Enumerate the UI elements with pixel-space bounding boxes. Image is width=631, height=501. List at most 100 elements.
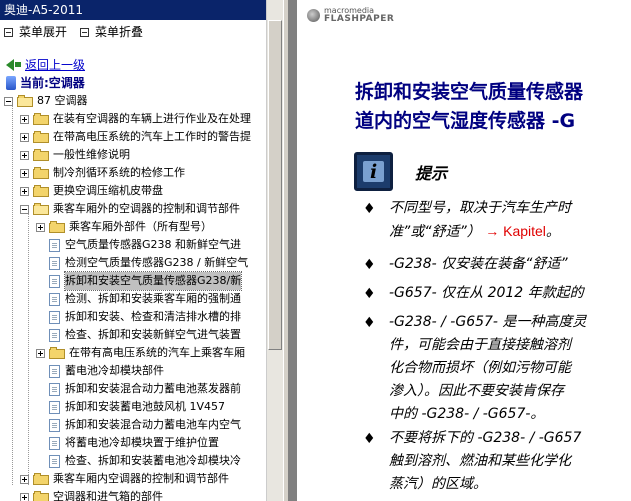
tip-title: 提示 [415,164,448,183]
document-icon [49,310,60,324]
bullet-line: -G238- / -G657- 是一种高度灵 [389,314,587,330]
heading-line-1: 拆卸和安装空气质量传感器 [355,81,584,103]
bullet-text: -G238- / -G657- 是一种高度灵 件，可能会由于直接接触溶剂 化合物而损… [389,311,586,426]
document-icon [49,418,60,432]
expand-menu-label: 菜单展开 [19,25,68,39]
bullet-line: 件，可能会由于直接接触溶剂 [389,337,571,353]
document-icon [49,436,60,450]
tree-item[interactable]: 在带高电压系统的汽车上工作时的警告提 [20,128,251,146]
bullet-line: -G238- 仅安装在装备“舒适” [389,256,568,272]
collapse-menu-button[interactable]: 菜单折叠 [80,21,143,43]
tree-item-label: 乘客车厢外部件（所有型号） [69,220,212,233]
document-icon [49,292,60,306]
document-icon [49,328,60,342]
tree-item[interactable]: 蓄电池冷却模块部件 [36,362,164,380]
tree-item-label: 乘客车厢内空调器的控制和调节部件 [53,472,229,485]
tree-item[interactable]: 在带有高电压系统的汽车上乘客车厢 [36,344,245,362]
tree-item[interactable]: 拆卸和安装混合动力蓄电池车内空气 [36,416,241,434]
document-icon [49,256,60,270]
tree-item[interactable]: 制冷剂循环系统的检修工作 [20,164,185,182]
bullet-icon: ♦ [363,315,376,331]
tree-item[interactable]: 更换空调压缩机皮带盘 [20,182,163,200]
collapse-node-icon[interactable] [4,96,13,106]
expand-node-icon[interactable] [20,150,29,160]
tree-item[interactable]: 空气质量传感器G238 和新鲜空气进 [36,236,241,254]
tree-item[interactable]: 一般性维修说明 [20,146,130,164]
folder-icon [33,167,49,179]
chapter-link[interactable]: → Kapitel [485,223,546,239]
tree-item-label: 拆卸和安装、检查和清洁排水槽的排 [65,310,241,323]
tree-item-label: 检查、拆卸和安装蓄电池冷却模块冷 [65,454,241,467]
expand-node-icon[interactable] [20,114,29,124]
tree-item[interactable]: 拆卸和安装空气质量传感器G238/新 [36,271,243,291]
tree-item-label: 检测、拆卸和安装乘客车厢的强制通 [65,292,241,305]
tree-item-label: 一般性维修说明 [53,148,130,161]
expand-node-icon[interactable] [20,186,29,196]
expand-node-icon[interactable] [20,492,29,501]
back-link[interactable]: 返回上一级 [6,56,85,73]
tree-item-label: 蓄电池冷却模块部件 [65,364,164,377]
expand-node-icon[interactable] [20,132,29,142]
tree-item-label: 更换空调压缩机皮带盘 [53,184,163,197]
bullet-line: 准”或“舒适”） [389,224,486,240]
macromedia-logo-icon [307,8,320,22]
bullet-text: -G238- 仅安装在装备“舒适” [389,253,568,276]
tree-item[interactable]: 检查、拆卸和安装蓄电池冷却模块冷 [36,452,241,470]
location-icon [6,75,16,90]
tree-item[interactable]: 检测空气质量传感器G238 / 新鲜空气 [36,254,248,272]
tree-item[interactable]: 乘客车厢外部件（所有型号） [36,218,212,236]
expand-node-icon[interactable] [20,474,29,484]
link-tail: 。 [545,224,560,240]
expand-node-icon[interactable] [36,222,45,232]
brand-bottom: FLASHPAPER [324,14,395,24]
tree-item-label: 空气质量传感器G238 和新鲜空气进 [65,238,242,251]
current-location: 当前:空调器 [6,74,85,91]
expand-icon [4,27,13,37]
tree-item[interactable]: 拆卸和安装蓄电池鼓风机 1V457 [36,398,225,416]
tree-item-label: 87 空调器 [37,94,88,107]
tree-item[interactable]: 乘客车厢内空调器的控制和调节部件 [20,470,229,488]
tree-item-label: 检测空气质量传感器G238 / 新鲜空气 [65,256,249,269]
current-location-label: 当前:空调器 [20,76,85,90]
tree-item-label: 拆卸和安装混合动力蓄电池车内空气 [65,418,241,431]
bullet-line: 蒸汽）的区域。 [389,476,487,492]
tree-item[interactable]: 将蓄电池冷却模块置于维护位置 [36,434,219,452]
folder-icon [49,347,65,359]
bullet-icon: ♦ [363,257,376,273]
tree-item[interactable]: 拆卸和安装、检查和清洁排水槽的排 [36,308,241,326]
bullet-line: 化合物而损坏（例如污物可能 [389,360,571,376]
bullet-line: 渗入）。因此不要安装肯保存 [389,383,564,399]
collapse-node-icon[interactable] [20,204,29,214]
document-icon [49,364,60,378]
tree-item[interactable]: 空调器和进气箱的部件 [20,488,163,501]
document-icon [49,238,60,252]
document-viewer: macromedia FLASHPAPER 拆卸和安装空气质量传感器 道内的空气… [289,0,631,501]
flashpaper-logo: macromedia FLASHPAPER [307,6,394,24]
info-icon: i [354,152,393,191]
expand-menu-button[interactable]: 菜单展开 [4,21,67,43]
expand-node-icon[interactable] [36,348,45,358]
back-arrow-icon [6,58,14,71]
tree-item[interactable]: 在装有空调器的车辆上进行作业及在处理 [20,110,251,128]
tree-item-label: 在装有空调器的车辆上进行作业及在处理 [53,112,251,125]
bullet-line: 中的 -G238- / -G657-。 [389,406,545,422]
collapse-menu-label: 菜单折叠 [95,25,144,39]
bullet-line: -G657- 仅在从 2012 年款起的 [389,285,584,301]
tree-item[interactable]: 检查、拆卸和安装新鲜空气进气装置 [36,326,241,344]
tree-item[interactable]: 拆卸和安装混合动力蓄电池蒸发器前 [36,380,241,398]
tree-item[interactable]: 87 空调器 [4,92,88,110]
tree-item-label: 拆卸和安装空气质量传感器G238/新 [63,271,243,291]
tree-item[interactable]: 乘客车厢外的空调器的控制和调节部件 [20,200,240,218]
folder-icon [33,113,49,125]
left-scrollbar-thumb[interactable] [268,20,282,350]
expand-node-icon[interactable] [20,168,29,178]
toolbar: 菜单展开 菜单折叠 [0,21,283,43]
tree-item[interactable]: 检测、拆卸和安装乘客车厢的强制通 [36,290,241,308]
left-scrollbar[interactable] [266,0,283,501]
folder-icon [33,149,49,161]
document-icon [49,454,60,468]
back-arrow-tail [15,62,21,67]
folder-icon [33,185,49,197]
bullet-line: 不同型号，取决于汽车生产时 [389,200,571,216]
document-icon [49,382,60,396]
